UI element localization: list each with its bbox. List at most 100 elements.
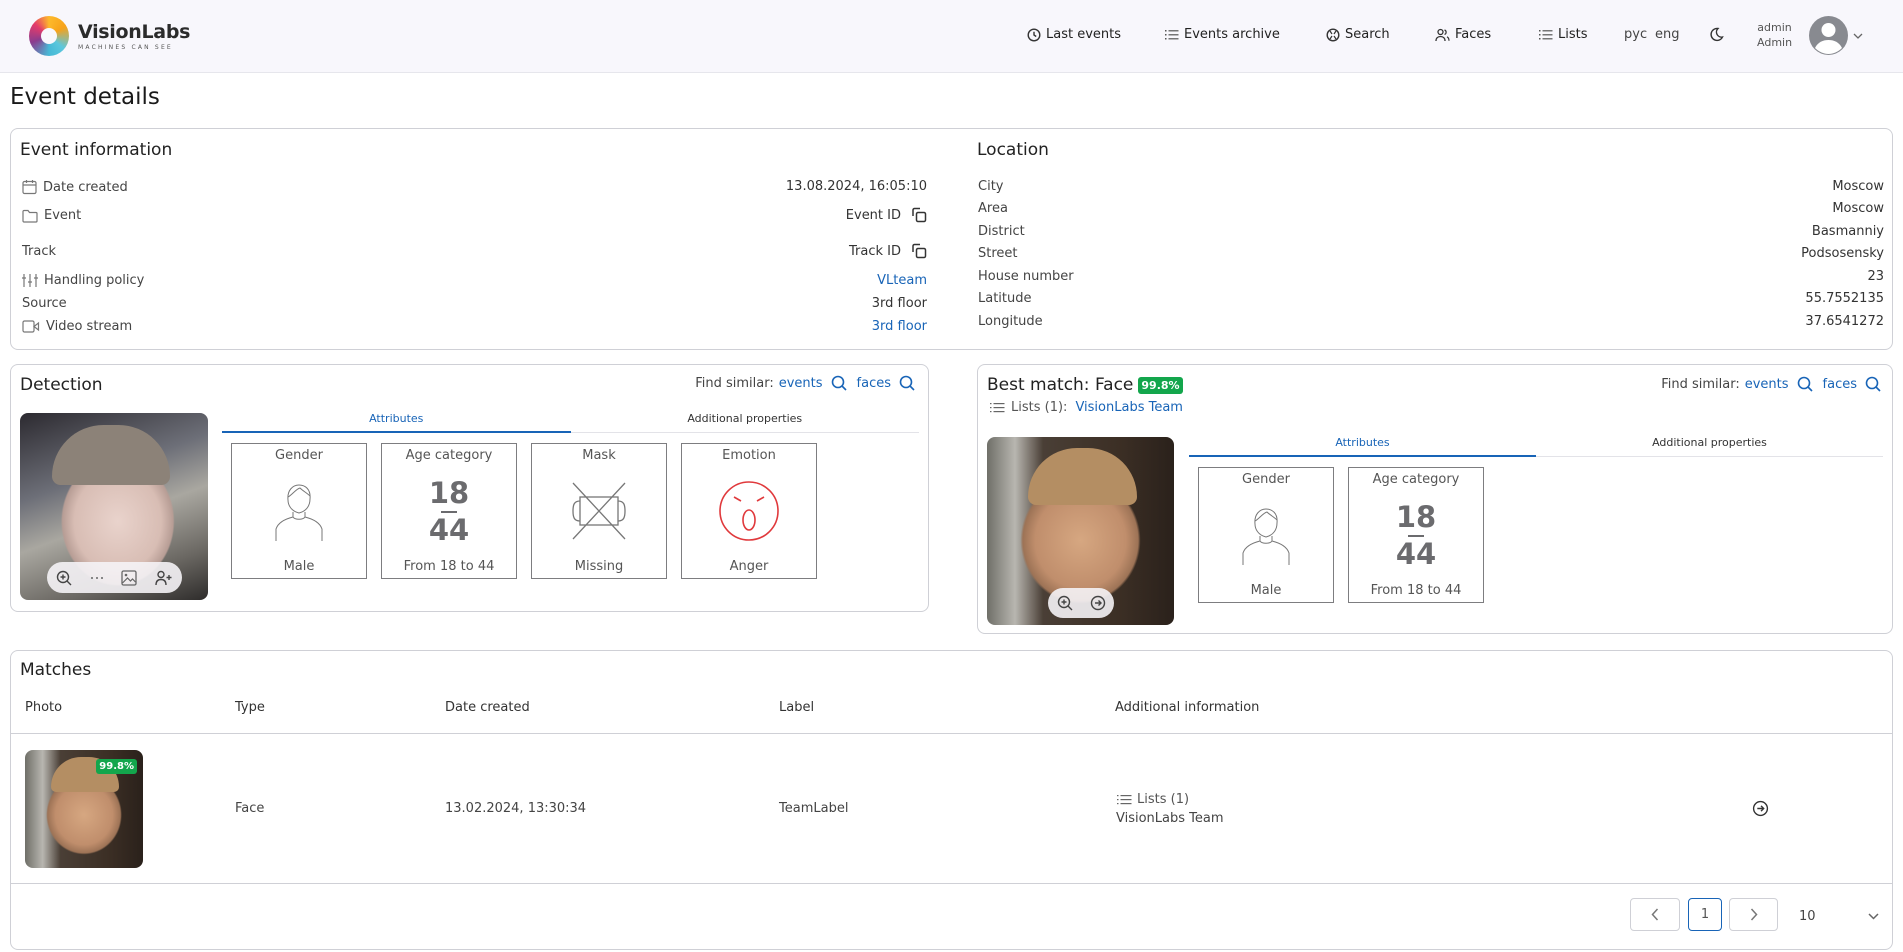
attr-title: Mask <box>582 448 616 463</box>
location-label: Longitude <box>978 314 1043 329</box>
best-match-find-similar: Find similar: events faces <box>1661 376 1881 392</box>
video-stream-link[interactable]: 3rd floor <box>872 319 927 334</box>
match-lists: Lists (1) <box>1117 792 1189 807</box>
nav-faces[interactable]: Faces <box>1435 27 1491 42</box>
copy-track-id-button[interactable] <box>911 243 927 259</box>
location-label: Latitude <box>978 291 1032 306</box>
match-photo[interactable]: 99.8% <box>25 750 143 868</box>
attr-value: From 18 to 44 <box>1370 583 1462 598</box>
detection-mask-box: Mask Missing <box>531 443 667 579</box>
male-person-icon <box>275 484 323 541</box>
row-source: Source <box>22 296 67 311</box>
zoom-in-icon <box>1057 595 1072 611</box>
match-list-link[interactable]: VisionLabs Team <box>1116 811 1224 826</box>
user-name: admin <box>1757 21 1792 34</box>
nav-lists[interactable]: Lists <box>1539 27 1588 42</box>
user-menu-chevron[interactable] <box>1853 29 1863 44</box>
theme-toggle-button[interactable] <box>1709 27 1724 46</box>
zoom-in-button[interactable] <box>1057 595 1073 611</box>
location-value: Moscow <box>1832 179 1884 194</box>
find-similar-events-link[interactable]: events <box>779 376 823 391</box>
detection-photo[interactable] <box>20 413 208 600</box>
user-role: Admin <box>1757 36 1793 49</box>
nav-last-events[interactable]: Last events <box>1027 27 1121 42</box>
tab-attributes[interactable]: Attributes <box>222 412 571 433</box>
search-icon[interactable] <box>1865 376 1881 392</box>
next-page-button[interactable] <box>1729 898 1778 931</box>
video-icon <box>22 320 40 333</box>
add-face-button[interactable] <box>155 570 173 586</box>
user-plus-icon <box>155 570 172 585</box>
source-value: 3rd floor <box>871 296 927 311</box>
arrow-right-circle-icon <box>1090 595 1105 611</box>
column-header-date-created: Date created <box>445 700 530 715</box>
lang-ru-button[interactable]: рус <box>1624 27 1647 42</box>
best-match-list-link[interactable]: VisionLabs Team <box>1075 400 1183 415</box>
matches-title: Matches <box>20 660 92 680</box>
open-match-button[interactable] <box>1752 800 1769 821</box>
find-similar-faces-link[interactable]: faces <box>1823 377 1857 392</box>
lang-en-button[interactable]: eng <box>1655 27 1680 42</box>
nav-label: Events archive <box>1184 27 1280 42</box>
tab-additional-properties[interactable]: Additional properties <box>571 412 920 432</box>
age-from: 18 <box>1395 499 1437 534</box>
zoom-in-button[interactable] <box>56 570 72 586</box>
event-id-value: Event ID <box>846 207 927 223</box>
nav-label: Search <box>1345 27 1390 42</box>
location-value: 23 <box>1867 269 1884 284</box>
list-icon <box>990 402 1005 412</box>
more-dots-icon <box>90 576 103 579</box>
nav-events-archive[interactable]: Events archive <box>1165 27 1280 42</box>
search-icon[interactable] <box>1797 376 1813 392</box>
detection-gender-box: Gender Male <box>231 443 367 579</box>
avatar[interactable] <box>1809 16 1848 55</box>
find-similar-faces-link[interactable]: faces <box>857 376 891 391</box>
copy-event-id-button[interactable] <box>911 207 927 223</box>
attr-value: Male <box>1250 583 1282 598</box>
tab-additional-properties[interactable]: Additional properties <box>1536 436 1883 456</box>
user-avatar-icon <box>1815 23 1842 54</box>
logo-subtitle: MACHINES CAN SEE <box>78 43 173 51</box>
row-track: Track <box>22 244 57 259</box>
mask-crossed-icon <box>572 482 626 540</box>
logo-icon <box>29 16 69 56</box>
detection-title: Detection <box>20 375 103 395</box>
search-icon[interactable] <box>899 375 915 391</box>
detection-find-similar: Find similar: events faces <box>695 375 915 391</box>
sliders-icon <box>22 274 38 287</box>
more-button[interactable] <box>90 576 104 580</box>
detection-photo-toolbar <box>47 562 182 593</box>
prev-page-button[interactable] <box>1630 898 1680 931</box>
chevron-down-icon <box>1853 33 1863 39</box>
attr-title: Gender <box>275 448 323 463</box>
nav-label: Last events <box>1046 27 1122 42</box>
best-match-tabs: Attributes Additional properties <box>1189 436 1883 457</box>
find-similar-events-link[interactable]: events <box>1745 377 1789 392</box>
user-info[interactable]: admin Admin <box>1757 20 1792 50</box>
best-match-score-badge: 99.8% <box>1138 376 1183 394</box>
open-face-button[interactable] <box>1090 595 1106 611</box>
date-created-value: 13.08.2024, 16:05:10 <box>785 179 927 194</box>
detection-age-box: Age category 18 44 From 18 to 44 <box>381 443 517 579</box>
page-size-select[interactable]: 10 <box>1799 906 1879 926</box>
logo-title: VisionLabs <box>78 20 191 43</box>
tab-attributes[interactable]: Attributes <box>1189 436 1536 457</box>
clock-icon <box>1027 27 1041 42</box>
logo[interactable]: VisionLabs MACHINES CAN SEE <box>29 16 190 56</box>
event-info-card <box>10 128 1893 350</box>
anger-face-icon <box>719 481 779 541</box>
nav-search[interactable]: Search <box>1326 27 1390 42</box>
table-header-divider <box>11 733 1892 734</box>
page-button-current[interactable]: 1 <box>1688 898 1722 931</box>
copy-icon <box>912 207 927 223</box>
match-type: Face <box>235 801 265 816</box>
full-frame-button[interactable] <box>121 569 138 586</box>
row-event: Event <box>22 208 81 223</box>
handling-policy-link[interactable]: VLteam <box>877 273 927 288</box>
search-icon[interactable] <box>831 375 847 391</box>
zoom-in-icon <box>56 570 72 585</box>
best-match-photo[interactable] <box>987 437 1174 625</box>
matches-card <box>10 650 1893 950</box>
match-label: TeamLabel <box>779 801 849 816</box>
attr-title: Age category <box>1372 472 1460 487</box>
